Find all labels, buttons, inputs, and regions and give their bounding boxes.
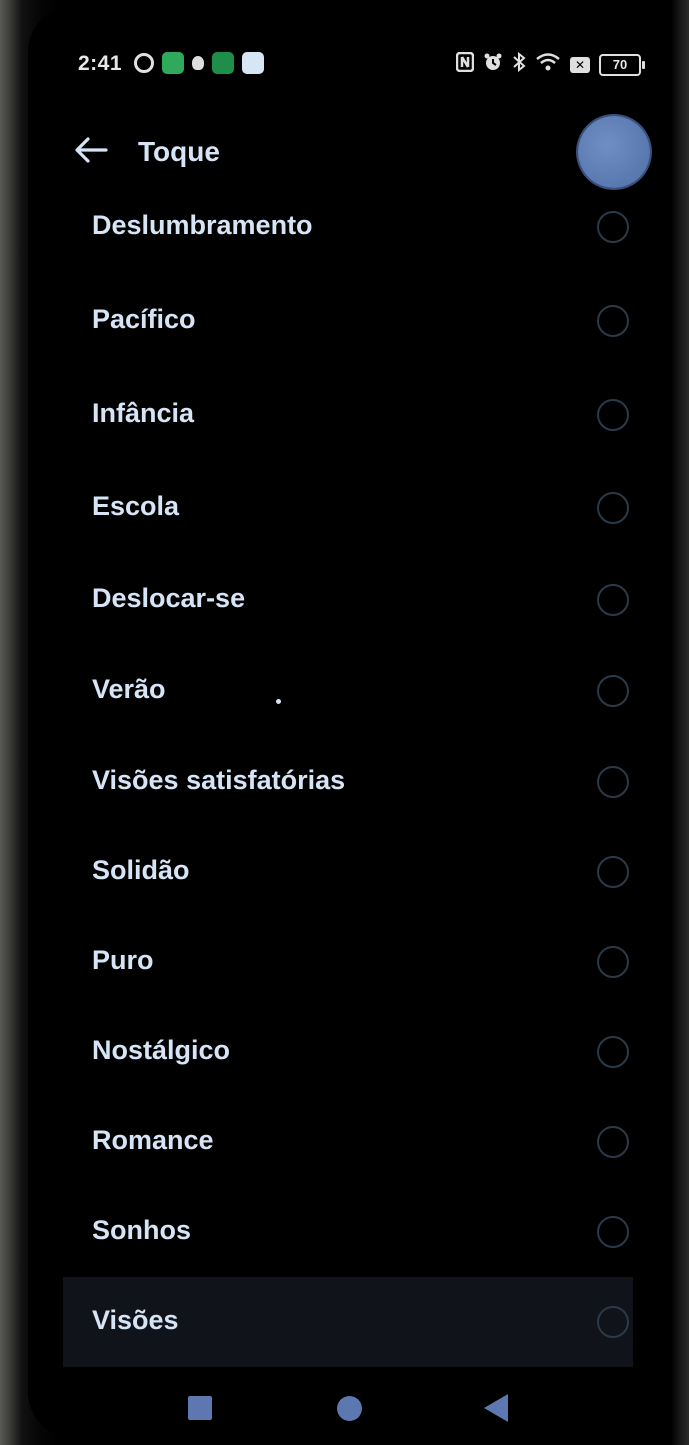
- list-item[interactable]: Visões satisfatórias: [63, 737, 633, 827]
- back-arrow-icon[interactable]: [72, 130, 112, 170]
- floating-action-avatar[interactable]: [578, 116, 650, 188]
- ringtone-label: Sonhos: [92, 1215, 191, 1245]
- ringtone-label: Romance: [92, 1125, 214, 1155]
- device-frame: 2:41 ✕ 70 Toque Deslumbramento Pacífico …: [0, 0, 689, 1445]
- android-icon: [192, 56, 204, 70]
- ringtone-label: Nostálgico: [92, 1035, 231, 1065]
- radio-button[interactable]: [597, 492, 629, 524]
- radio-button[interactable]: [597, 766, 629, 798]
- ringtone-label: Deslumbramento: [92, 210, 313, 240]
- ringtone-label: Puro: [92, 945, 154, 975]
- list-item[interactable]: Escola: [63, 463, 633, 553]
- vpn-icon: [134, 53, 154, 73]
- back-triangle-icon[interactable]: [484, 1394, 508, 1422]
- status-bar: 2:41 ✕ 70: [28, 44, 671, 84]
- radio-button[interactable]: [597, 946, 629, 978]
- alarm-icon: [483, 52, 503, 77]
- touch-dot: [276, 699, 281, 704]
- list-item-highlighted[interactable]: Visões: [63, 1277, 633, 1367]
- ringtone-label: Deslocar-se: [92, 583, 246, 613]
- list-item[interactable]: Verão: [63, 646, 633, 736]
- list-item[interactable]: Solidão: [63, 827, 633, 917]
- ringtone-label: Verão: [92, 674, 166, 704]
- list-item[interactable]: Deslocar-se: [63, 555, 633, 645]
- status-time: 2:41: [78, 52, 123, 75]
- list-item[interactable]: Romance: [63, 1097, 633, 1187]
- list-item[interactable]: Deslumbramento: [63, 182, 633, 272]
- ringtone-label: Infância: [92, 398, 195, 428]
- list-item[interactable]: Infância: [63, 370, 633, 460]
- page-title: Toque: [138, 136, 220, 167]
- ringtone-label: Solidão: [92, 855, 190, 885]
- list-item[interactable]: Nostálgico: [63, 1007, 633, 1097]
- system-icons: ✕ 70: [455, 51, 645, 77]
- radio-button[interactable]: [597, 584, 629, 616]
- notification-icons: [134, 52, 264, 74]
- nfc-icon: [455, 51, 475, 77]
- radio-button[interactable]: [597, 305, 629, 337]
- radio-button[interactable]: [597, 1306, 629, 1338]
- radio-button[interactable]: [597, 211, 629, 243]
- home-circle-icon[interactable]: [337, 1396, 362, 1421]
- radio-button[interactable]: [597, 1126, 629, 1158]
- list-item[interactable]: Puro: [63, 917, 633, 1007]
- app-green2-icon: [212, 52, 234, 74]
- bluetooth-icon: [512, 51, 526, 77]
- navigation-bar: [28, 1374, 671, 1438]
- radio-button[interactable]: [597, 675, 629, 707]
- sim-off-icon: ✕: [570, 56, 590, 73]
- radio-button[interactable]: [597, 399, 629, 431]
- ringtone-label: Pacífico: [92, 304, 196, 334]
- app-green-icon: [162, 52, 184, 74]
- recents-square-icon[interactable]: [188, 1396, 212, 1420]
- list-item[interactable]: Pacífico: [63, 276, 633, 366]
- app-blue-icon: [242, 52, 264, 74]
- phone-screen: 2:41 ✕ 70 Toque Deslumbramento Pacífico …: [28, 6, 671, 1438]
- battery-icon: 70: [599, 53, 645, 76]
- ringtone-label: Visões: [92, 1305, 179, 1335]
- ringtone-label: Escola: [92, 491, 180, 521]
- device-edge: [671, 0, 689, 1445]
- radio-button[interactable]: [597, 856, 629, 888]
- radio-button[interactable]: [597, 1216, 629, 1248]
- radio-button[interactable]: [597, 1036, 629, 1068]
- ringtone-label: Visões satisfatórias: [92, 765, 346, 795]
- list-item[interactable]: Sonhos: [63, 1187, 633, 1277]
- wifi-icon: [535, 52, 561, 77]
